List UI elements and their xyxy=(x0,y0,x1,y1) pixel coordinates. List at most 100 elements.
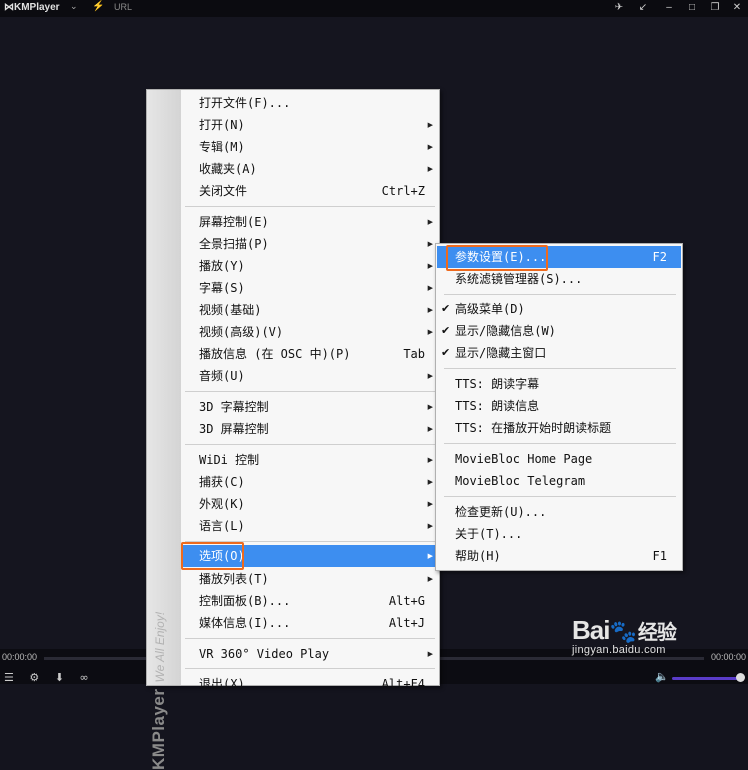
total-time: 00:00:00 xyxy=(710,652,746,662)
lightning-icon[interactable]: ⚡ xyxy=(92,1,104,12)
volume-icon[interactable]: 🔈 xyxy=(655,670,669,683)
menu-separator xyxy=(185,206,435,207)
submenu-item-tts-title[interactable]: TTS: 在播放开始时朗读标题 xyxy=(437,417,681,439)
submenu-arrow-icon: ▶ xyxy=(427,262,433,270)
gear-icon[interactable]: ⚙ xyxy=(29,671,39,684)
maximize-icon[interactable]: □ xyxy=(683,0,701,16)
submenu-arrow-icon: ▶ xyxy=(427,284,433,292)
submenu-arrow-icon: ▶ xyxy=(427,121,433,129)
close-icon[interactable]: ✕ xyxy=(728,0,746,16)
submenu-item-preferences[interactable]: 参数设置(E)... F2 xyxy=(437,246,681,268)
submenu-arrow-icon: ▶ xyxy=(427,456,433,464)
menu-item-playlist[interactable]: 播放列表(T) ▶ xyxy=(181,568,439,590)
submenu-item-toggle-main-window[interactable]: ✔ 显示/隐藏主窗口 xyxy=(437,342,681,364)
menu-item-video-advanced[interactable]: 视频(高级)(V) ▶ xyxy=(181,321,439,343)
menu-item-open[interactable]: 打开(N) ▶ xyxy=(181,114,439,136)
menu-item-favorites[interactable]: 收藏夹(A) ▶ xyxy=(181,158,439,180)
menu-separator xyxy=(444,294,676,295)
submenu-item-tts-subtitles[interactable]: TTS: 朗读字幕 xyxy=(437,373,681,395)
menu-item-album[interactable]: 专辑(M) ▶ xyxy=(181,136,439,158)
baidu-watermark: Bai🐾 经验 jingyan.baidu.com xyxy=(572,615,677,656)
submenu-item-about[interactable]: 关于(T)... xyxy=(437,523,681,545)
minimize-to-corner-icon[interactable]: ↙ xyxy=(634,0,652,16)
watermark-logo: Bai xyxy=(572,615,610,645)
app-logo[interactable]: ⋈KMPlayer xyxy=(4,2,60,13)
menu-separator xyxy=(185,638,435,639)
menu-item-exit[interactable]: 退出(X) Alt+F4 xyxy=(181,673,439,695)
menu-brand-strip: KMPlayer We All Enjoy! xyxy=(147,90,181,770)
menu-item-close-file[interactable]: 关闭文件 Ctrl+Z xyxy=(181,180,439,202)
menu-item-pan-scan[interactable]: 全景扫描(P) ▶ xyxy=(181,233,439,255)
menu-item-3d-screen-control[interactable]: 3D 屏幕控制 ▶ xyxy=(181,418,439,440)
submenu-item-moviebloc-telegram[interactable]: MovieBloc Telegram xyxy=(437,470,681,492)
menu-item-control-panel[interactable]: 控制面板(B)... Alt+G xyxy=(181,590,439,612)
download-icon[interactable]: ⬇ xyxy=(55,671,64,684)
chevron-down-icon[interactable]: ⌄ xyxy=(70,1,78,12)
menu-separator xyxy=(185,541,435,542)
submenu-arrow-icon: ▶ xyxy=(427,403,433,411)
menu-separator xyxy=(444,443,676,444)
menu-item-subtitles[interactable]: 字幕(S) ▶ xyxy=(181,277,439,299)
checkmark-icon: ✔ xyxy=(441,302,451,315)
submenu-item-help[interactable]: 帮助(H) F1 xyxy=(437,545,681,567)
context-menu: KMPlayerWe All Enjoy! 打开文件(F)... 打开(N) ▶ … xyxy=(146,89,440,770)
submenu-arrow-icon: ▶ xyxy=(427,218,433,226)
strip-brand: KMPlayer xyxy=(149,688,168,770)
pin-icon[interactable]: ✈ xyxy=(610,0,628,16)
app-name: KMPlayer xyxy=(14,2,60,13)
menu-item-playback[interactable]: 播放(Y) ▶ xyxy=(181,255,439,277)
menu-item-screen-control[interactable]: 屏幕控制(E) ▶ xyxy=(181,211,439,233)
submenu-arrow-icon: ▶ xyxy=(427,328,433,336)
menu-separator xyxy=(185,444,435,445)
title-bar: ⋈KMPlayer ⌄ ⚡ URL ✈ ↙ – □ ❐ ✕ xyxy=(0,0,748,17)
submenu-arrow-icon: ▶ xyxy=(427,425,433,433)
submenu-item-tts-info[interactable]: TTS: 朗读信息 xyxy=(437,395,681,417)
submenu-arrow-icon: ▶ xyxy=(427,143,433,151)
options-submenu: 参数设置(E)... F2 系统滤镜管理器(S)... ✔ 高级菜单(D) ✔ 显示/… xyxy=(435,243,683,571)
submenu-arrow-icon: ▶ xyxy=(427,500,433,508)
menu-separator xyxy=(185,391,435,392)
submenu-arrow-icon: ▶ xyxy=(427,522,433,530)
menu-item-3d-subtitle-control[interactable]: 3D 字幕控制 ▶ xyxy=(181,396,439,418)
submenu-arrow-icon: ▶ xyxy=(427,478,433,486)
watermark-url: jingyan.baidu.com xyxy=(572,644,666,656)
menu-item-vr-360[interactable]: VR 360° Video Play ▶ xyxy=(181,643,439,665)
minimize-icon[interactable]: – xyxy=(660,0,678,16)
submenu-arrow-icon: ▶ xyxy=(427,650,433,658)
checkmark-icon: ✔ xyxy=(441,324,451,337)
menu-item-skin[interactable]: 外观(K) ▶ xyxy=(181,493,439,515)
menu-separator xyxy=(185,668,435,669)
submenu-arrow-icon: ▶ xyxy=(427,165,433,173)
menu-icon[interactable]: ☰ xyxy=(4,671,14,684)
volume-slider[interactable] xyxy=(672,677,742,680)
elapsed-time: 00:00:00 xyxy=(2,652,38,662)
submenu-item-advanced-menu[interactable]: ✔ 高级菜单(D) xyxy=(437,298,681,320)
submenu-item-moviebloc-home[interactable]: MovieBloc Home Page xyxy=(437,448,681,470)
menu-item-language[interactable]: 语言(L) ▶ xyxy=(181,515,439,537)
submenu-arrow-icon: ▶ xyxy=(427,306,433,314)
checkmark-icon: ✔ xyxy=(441,346,451,359)
menu-item-playback-info[interactable]: 播放信息 (在 OSC 中)(P) Tab xyxy=(181,343,439,365)
submenu-item-toggle-info[interactable]: ✔ 显示/隐藏信息(W) xyxy=(437,320,681,342)
menu-item-capture[interactable]: 捕获(C) ▶ xyxy=(181,471,439,493)
menu-item-options[interactable]: 选项(O) ▶ xyxy=(181,545,439,567)
submenu-item-check-update[interactable]: 检查更新(U)... xyxy=(437,501,681,523)
url-button[interactable]: URL xyxy=(114,2,132,12)
menu-item-open-file[interactable]: 打开文件(F)... xyxy=(181,92,439,114)
submenu-arrow-icon: ▶ xyxy=(427,552,433,560)
menu-separator xyxy=(444,496,676,497)
kmplayer-logo-icon: ⋈ xyxy=(4,2,14,13)
restore-icon[interactable]: ❐ xyxy=(706,0,724,16)
volume-handle[interactable] xyxy=(736,673,745,682)
menu-item-media-info[interactable]: 媒体信息(I)... Alt+J xyxy=(181,612,439,634)
menu-item-widi-control[interactable]: WiDi 控制 ▶ xyxy=(181,449,439,471)
vr-glasses-icon[interactable]: ∞ xyxy=(79,671,88,684)
paw-icon: 🐾 xyxy=(609,619,636,644)
menu-item-video-basic[interactable]: 视频(基础) ▶ xyxy=(181,299,439,321)
submenu-item-filter-manager[interactable]: 系统滤镜管理器(S)... xyxy=(437,268,681,290)
submenu-arrow-icon: ▶ xyxy=(427,240,433,248)
watermark-logo-cn: 经验 xyxy=(637,622,677,644)
submenu-arrow-icon: ▶ xyxy=(427,575,433,583)
menu-item-audio[interactable]: 音频(U) ▶ xyxy=(181,365,439,387)
strip-tagline: We All Enjoy! xyxy=(153,611,167,683)
